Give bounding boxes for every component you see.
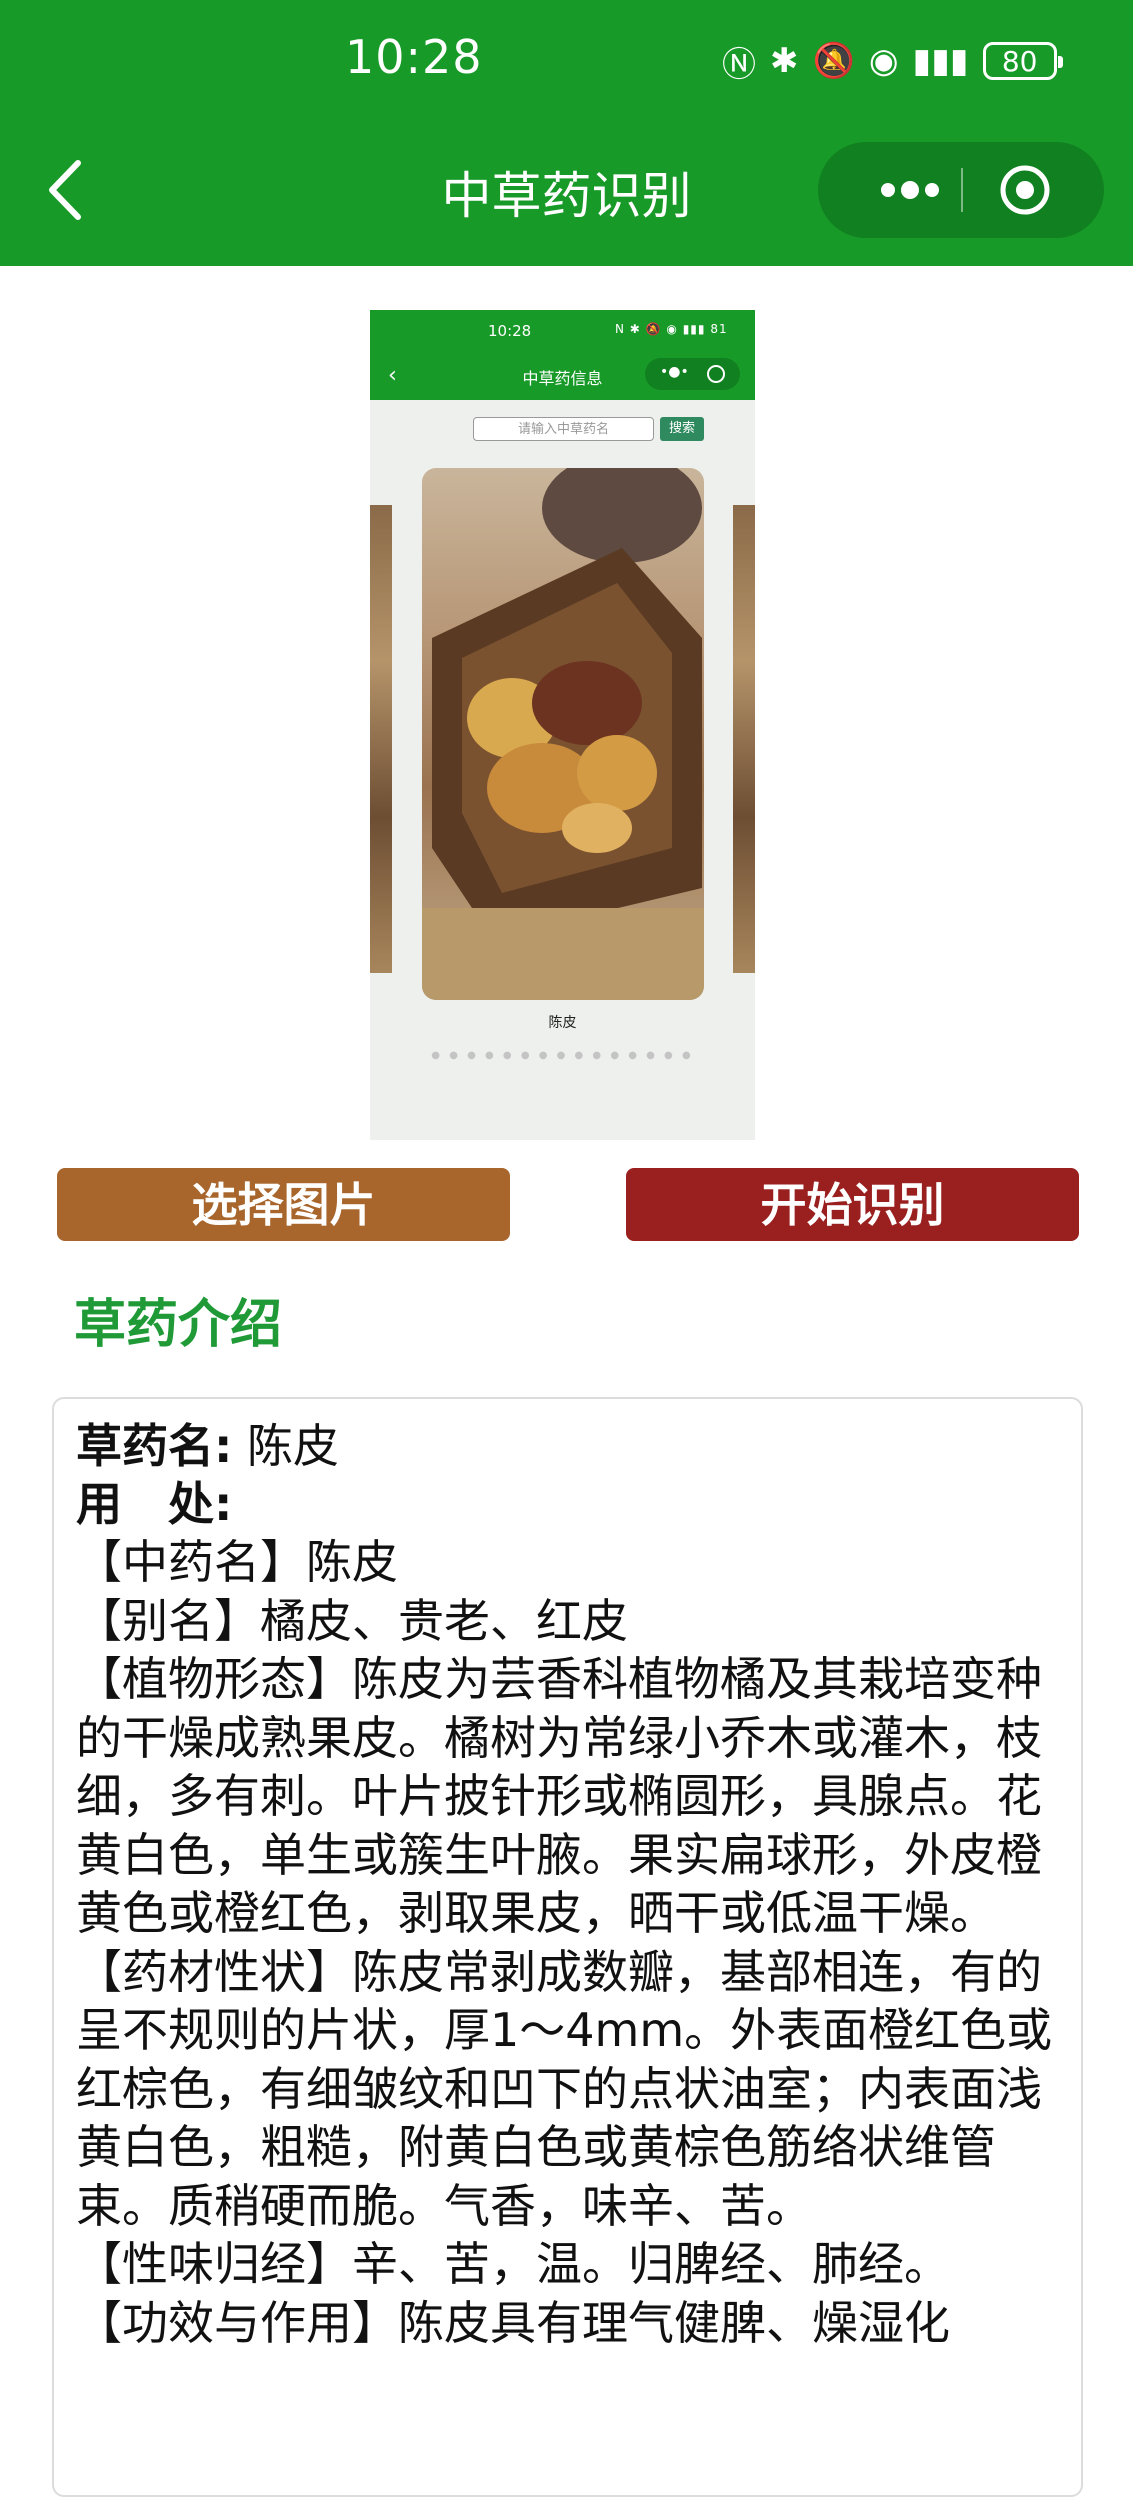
battery-icon: 80 (982, 42, 1063, 80)
preview-search-input: 请输入中草药名 (473, 417, 654, 441)
usage-label: 用 处: (76, 1477, 233, 1531)
preview-capsule: •●• (645, 358, 740, 390)
signal-4g-icon: ▮▮▮ (912, 41, 969, 81)
choose-image-button[interactable]: 选择图片 (57, 1168, 510, 1241)
preview-pagination-dots: ● ● ● ● ● ● ● ● ● ● ● ● ● ● ● (431, 1050, 694, 1061)
herb-name-row: 草药名: 陈皮 (76, 1417, 1059, 1475)
preview-search-button: 搜索 (660, 417, 704, 441)
battery-level: 80 (1001, 44, 1038, 78)
close-target-icon[interactable] (998, 163, 1052, 217)
preview-caption: 陈皮 (548, 1015, 577, 1031)
section-title: 草药介绍 (74, 1295, 283, 1355)
herb-info-box: 草药名: 陈皮 用 处: 【中药名】陈皮 【别名】橘皮、贵老、红皮 【植物形态】… (52, 1397, 1083, 2497)
hotspot-icon: ◉ (868, 41, 899, 81)
mini-program-capsule (818, 142, 1104, 238)
preview-circle-icon (707, 365, 725, 383)
status-icons: Ⓝ ✱ 🔕 ◉ ▮▮▮ 80 (722, 36, 1063, 86)
preview-status-icons: N ✱ 🔕 ◉ ▮▮▮ 81 (615, 322, 728, 336)
dried-peel-illustration (422, 468, 704, 1000)
preview-time: 10:28 (488, 322, 532, 340)
herb-description: 【中药名】陈皮 【别名】橘皮、贵老、红皮 【植物形态】陈皮为芸香科植物橘及其栽培… (76, 1535, 1053, 2350)
herb-name-value: 陈皮 (247, 1419, 340, 1473)
herb-photo (422, 468, 704, 1000)
preview-next-card (733, 505, 755, 973)
start-recognition-button[interactable]: 开始识别 (626, 1168, 1079, 1241)
top-bar: 10:28 Ⓝ ✱ 🔕 ◉ ▮▮▮ 80 中草药识别 (0, 0, 1133, 266)
preview-header: 10:28 N ✱ 🔕 ◉ ▮▮▮ 81 ‹ 中草药信息 •●• (370, 310, 755, 400)
bluetooth-icon: ✱ (770, 41, 799, 81)
mute-icon: 🔕 (812, 41, 855, 81)
status-time: 10:28 (345, 30, 483, 84)
usage-row: 用 处: (76, 1475, 1059, 1533)
selected-image-preview[interactable]: 10:28 N ✱ 🔕 ◉ ▮▮▮ 81 ‹ 中草药信息 •●• 请输入中草药名… (370, 310, 755, 1140)
preview-prev-card (370, 505, 392, 973)
preview-more-icon: •●• (660, 364, 689, 380)
nfc-icon: Ⓝ (722, 44, 756, 85)
more-icon[interactable] (858, 165, 962, 215)
capsule-divider (961, 168, 963, 212)
herb-name-label: 草药名: (76, 1419, 233, 1473)
